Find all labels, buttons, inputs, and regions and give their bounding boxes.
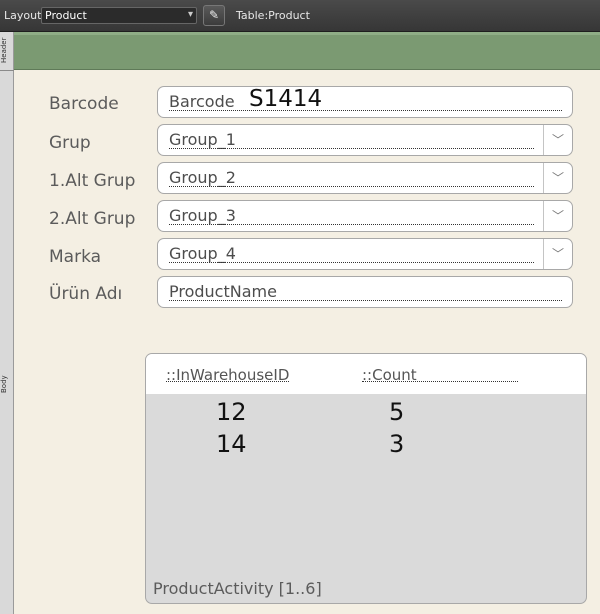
field-baseline [169, 186, 534, 187]
table-label: Table: [236, 9, 269, 22]
field-baseline [169, 224, 534, 225]
edit-layout-button[interactable]: ✎ [203, 5, 225, 26]
field-baseline [169, 148, 534, 149]
column-header-inwarehouseid: ::InWarehouseID [166, 366, 290, 384]
grup-dropdown-button[interactable]: ﹀ [543, 125, 572, 155]
column-header-count: ::Count [362, 366, 518, 384]
chevron-down-icon: ▾ [187, 9, 193, 20]
alt-grup-1-placeholder: Group_2 [169, 168, 236, 187]
field-label-urun-adi: Ürün Adı [49, 284, 123, 304]
urun-adi-placeholder: ProductName [169, 282, 277, 301]
field-label-alt-grup-1: 1.Alt Grup [49, 171, 136, 191]
field-label-grup: Grup [49, 133, 91, 153]
layout-label: Layout: [4, 9, 46, 22]
column-header-baseline [362, 381, 518, 382]
part-strip: Header Body [0, 32, 14, 614]
barcode-field[interactable]: Barcode S1414 [157, 86, 573, 118]
layout-select[interactable]: Product ▾ [41, 7, 197, 24]
portal-cell-count[interactable]: 5 [389, 398, 404, 426]
barcode-value: S1414 [249, 86, 323, 112]
field-baseline [169, 262, 534, 263]
chevron-down-icon: ﹀ [551, 171, 564, 185]
part-label-header[interactable]: Header [0, 36, 14, 64]
table-indicator: Table:Product [236, 9, 310, 22]
part-divider [0, 70, 14, 71]
part-label-body[interactable]: Body [0, 364, 14, 404]
alt-grup-2-field[interactable]: Group_3 ﹀ [157, 200, 573, 232]
barcode-placeholder: Barcode [169, 92, 235, 111]
product-activity-portal[interactable]: ::InWarehouseID ::Count 12 5 14 3 Produc… [145, 353, 587, 604]
header-part [14, 32, 600, 70]
grup-placeholder: Group_1 [169, 130, 236, 149]
column-header-baseline [166, 381, 290, 382]
alt-grup-1-field[interactable]: Group_2 ﹀ [157, 162, 573, 194]
alt-grup-2-dropdown-button[interactable]: ﹀ [543, 201, 572, 231]
header-stripe [14, 32, 600, 35]
portal-footer-label: ProductActivity [1..6] [153, 579, 322, 598]
table-value: Product [268, 9, 310, 22]
chevron-down-icon: ﹀ [551, 247, 564, 261]
alt-grup-2-placeholder: Group_3 [169, 206, 236, 225]
layout-select-value: Product [45, 9, 87, 22]
marka-field[interactable]: Group_4 ﹀ [157, 238, 573, 270]
marka-dropdown-button[interactable]: ﹀ [543, 239, 572, 269]
pencil-icon: ✎ [208, 8, 220, 22]
field-label-alt-grup-2: 2.Alt Grup [49, 209, 136, 229]
portal-header-row: ::InWarehouseID ::Count [146, 354, 586, 394]
layout-toolbar: Layout: Product ▾ ✎ Table:Product [0, 0, 600, 32]
field-label-barcode: Barcode [49, 94, 119, 114]
alt-grup-1-dropdown-button[interactable]: ﹀ [543, 163, 572, 193]
field-baseline [169, 300, 562, 301]
chevron-down-icon: ﹀ [551, 133, 564, 147]
chevron-down-icon: ﹀ [551, 209, 564, 223]
portal-cell-count[interactable]: 3 [389, 430, 404, 458]
field-baseline [169, 110, 562, 111]
portal-cell-inwarehouseid[interactable]: 12 [216, 398, 247, 426]
marka-placeholder: Group_4 [169, 244, 236, 263]
urun-adi-field[interactable]: ProductName [157, 276, 573, 308]
portal-cell-inwarehouseid[interactable]: 14 [216, 430, 247, 458]
grup-field[interactable]: Group_1 ﹀ [157, 124, 573, 156]
field-label-marka: Marka [49, 247, 102, 267]
